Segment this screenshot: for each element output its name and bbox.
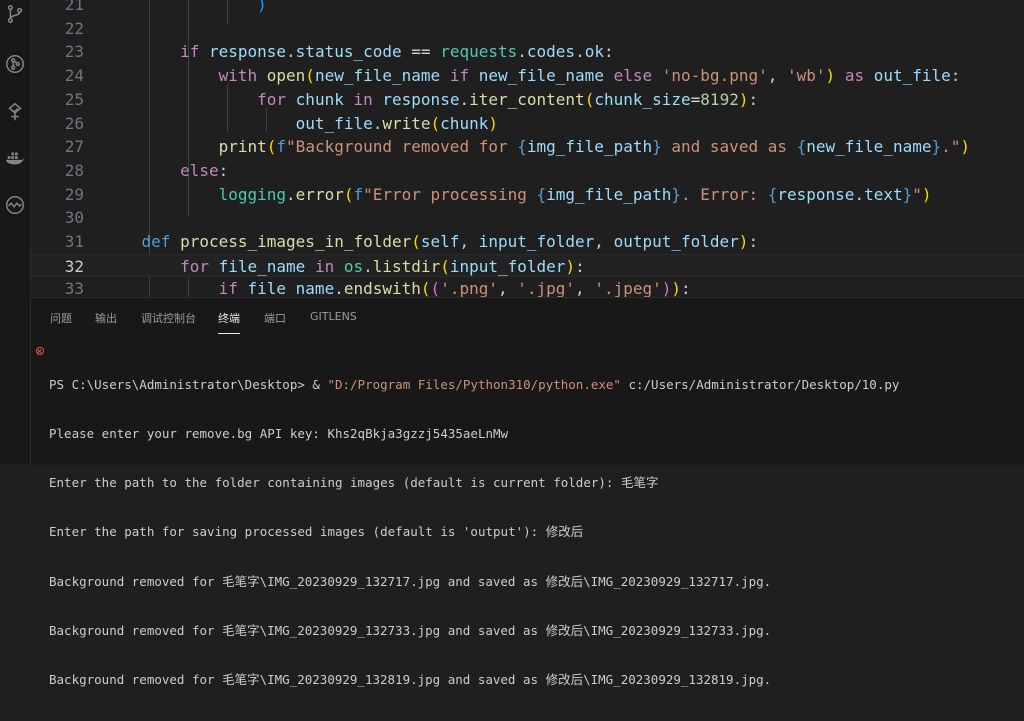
testing-icon[interactable] — [3, 100, 27, 124]
terminal-output[interactable]: PS C:\Users\Administrator\Desktop> & "D:… — [49, 344, 899, 721]
terminal-line: Background removed for 毛笔字\IMG_20230929_… — [49, 573, 772, 589]
line-number: 26 — [64, 113, 84, 133]
line-number: 21 — [64, 0, 84, 14]
code-line: 29 logging.error(f"Error processing {img… — [31, 183, 1024, 207]
bottom-panel: 问题 输出 调试控制台 终端 端口 GITLENS PS C:\Users\Ad… — [31, 297, 1024, 687]
line-number: 28 — [64, 160, 84, 180]
tab-debug-console[interactable]: 调试控制台 — [141, 310, 196, 326]
code-line: 33 if file_name.endswith(('.png', '.jpg'… — [31, 277, 1024, 297]
line-text: logging.error(f"Error processing {img_fi… — [218, 184, 932, 204]
code-line-current: 32 for file_name in os.listdir(input_fol… — [31, 253, 1024, 278]
terminal-line: Background removed for 毛笔字\IMG_20230929_… — [49, 672, 772, 688]
line-text: def process_images_in_folder(self, input… — [141, 232, 759, 251]
tab-terminal[interactable]: 终端 — [218, 310, 240, 334]
panel-tabs: 问题 输出 调试控制台 终端 端口 GITLENS — [31, 298, 1024, 336]
line-number: 24 — [64, 66, 84, 86]
line-number: 29 — [64, 184, 84, 204]
line-text: for chunk in response.iter_content(chunk… — [257, 89, 759, 109]
remote-icon[interactable] — [3, 193, 27, 217]
line-number: 30 — [64, 208, 84, 228]
line-text: for file_name in os.listdir(input_folder… — [180, 256, 585, 276]
code-line: 25 for chunk in response.iter_content(ch… — [31, 88, 1024, 112]
terminal-line: Enter the path for saving processed imag… — [49, 524, 584, 540]
line-text: print(f"Background removed for {img_file… — [218, 137, 971, 157]
code-line: 26 out_file.write(chunk) — [31, 112, 1024, 136]
line-text: with open(new_file_name if new_file_name… — [218, 66, 961, 86]
line-number: 27 — [64, 137, 84, 157]
line-text: if response.status_code == requests.code… — [180, 42, 614, 62]
code-line: 23 if response.status_code == requests.c… — [31, 40, 1024, 64]
line-number: 33 — [64, 279, 84, 297]
line-number: 23 — [64, 42, 84, 62]
terminal-line: Background removed for 毛笔字\IMG_20230929_… — [49, 622, 772, 638]
terminal-line: Please enter your remove.bg API key: Khs… — [49, 426, 509, 442]
docker-icon[interactable] — [3, 146, 27, 170]
code-line: 30 — [31, 206, 1024, 230]
code-line: 24 with open(new_file_name if new_file_n… — [31, 64, 1024, 88]
tab-ports[interactable]: 端口 — [264, 310, 286, 326]
code-editor[interactable]: 21 ) 22 23 if response.status_code == re… — [31, 0, 1024, 297]
line-text: ) — [257, 0, 267, 14]
activity-bar — [0, 0, 31, 464]
tab-problems[interactable]: 问题 — [50, 310, 72, 326]
tab-output[interactable]: 输出 — [95, 310, 117, 326]
terminal-prompt: PS C:\Users\Administrator\Desktop> & — [49, 376, 328, 392]
line-text: else: — [180, 160, 229, 180]
terminal-script-path: c:/Users/Administrator/Desktop/10.py — [620, 376, 900, 392]
line-number: 22 — [64, 18, 84, 38]
error-status-icon — [36, 347, 44, 355]
code-line: 21 ) — [31, 0, 1024, 17]
line-number: 32 — [64, 256, 84, 276]
terminal-exe-path: "D:/Program Files/Python310/python.exe" — [327, 376, 621, 392]
code-line: 22 — [31, 17, 1024, 41]
terminal-command-line: PS C:\Users\Administrator\Desktop> & "D:… — [49, 377, 899, 393]
code-line: 28 else: — [31, 159, 1024, 183]
code-line: 31 def process_images_in_folder(self, in… — [31, 230, 1024, 254]
terminal-line: Enter the path to the folder containing … — [49, 475, 659, 491]
line-number: 31 — [64, 232, 84, 251]
line-number: 25 — [64, 89, 84, 109]
line-text: out_file.write(chunk) — [295, 113, 498, 133]
source-control-icon[interactable] — [3, 2, 27, 26]
line-text: if file_name.endswith(('.png', '.jpg', '… — [218, 279, 691, 297]
tab-gitlens[interactable]: GITLENS — [310, 310, 357, 323]
code-line: 27 print(f"Background removed for {img_f… — [31, 135, 1024, 159]
git-graph-icon[interactable] — [3, 52, 27, 76]
